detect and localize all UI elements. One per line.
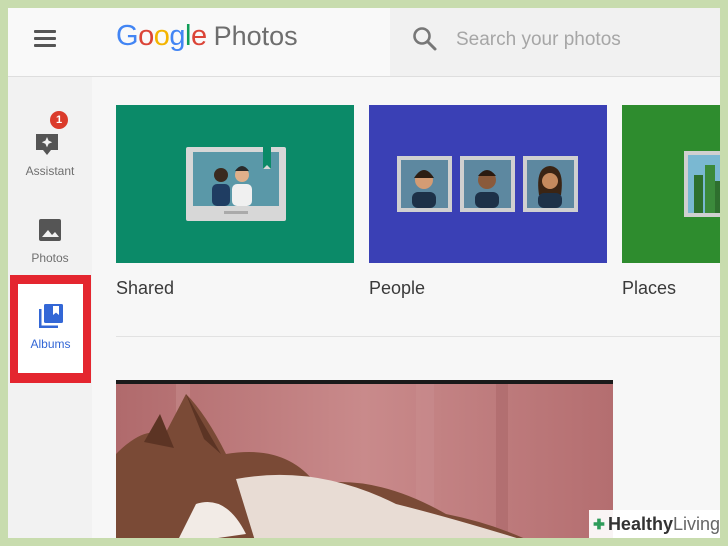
nav-label-assistant: Assistant bbox=[25, 164, 75, 178]
logo-letter: g bbox=[169, 20, 185, 52]
hamburger-menu-icon[interactable] bbox=[30, 26, 64, 52]
notification-badge: 1 bbox=[50, 111, 68, 129]
search-bar[interactable] bbox=[390, 8, 720, 76]
nav-item-albums[interactable]: Albums bbox=[18, 284, 83, 373]
app-window: Google Photos 1 Assistant Pho bbox=[8, 8, 720, 538]
assistant-icon bbox=[36, 134, 58, 155]
tile-label-people: People bbox=[369, 278, 426, 298]
top-app-bar: Google Photos bbox=[8, 8, 720, 77]
nav-label-photos: Photos bbox=[31, 251, 69, 265]
search-input[interactable] bbox=[454, 26, 708, 54]
cat-photo-image bbox=[116, 384, 613, 538]
plus-cross-icon bbox=[593, 518, 605, 530]
nav-item-assistant[interactable]: 1 Assistant bbox=[10, 111, 90, 193]
product-name: Photos bbox=[213, 21, 298, 51]
people-album-tile[interactable] bbox=[369, 105, 607, 263]
shared-album-tile[interactable] bbox=[116, 105, 354, 263]
tile-label-shared: Shared bbox=[116, 278, 175, 298]
places-city-illustration bbox=[684, 151, 720, 217]
search-icon[interactable] bbox=[410, 24, 440, 54]
logo-letter: o bbox=[138, 20, 154, 52]
people-faces-illustration bbox=[397, 156, 578, 212]
places-album-tile[interactable] bbox=[622, 105, 720, 263]
logo-letter: e bbox=[190, 20, 207, 52]
google-wordmark: Google bbox=[116, 20, 207, 53]
watermark-text: HealthyLiving bbox=[607, 513, 720, 534]
nav-label-albums: Albums bbox=[30, 337, 71, 351]
album-cover-photo[interactable] bbox=[116, 380, 613, 538]
google-photos-logo[interactable]: Google Photos bbox=[116, 20, 298, 60]
logo-letter: G bbox=[116, 20, 139, 52]
navigation-rail: 1 Assistant Photos Albums bbox=[8, 77, 92, 538]
tile-label-places: Places bbox=[622, 278, 677, 298]
nav-item-photos[interactable]: Photos bbox=[10, 201, 90, 281]
logo-letter: o bbox=[153, 20, 170, 52]
albums-content: Shared People Places bbox=[92, 77, 720, 538]
shared-photo-illustration bbox=[186, 147, 286, 221]
photo-icon bbox=[39, 219, 61, 241]
watermark-logo: HealthyLiving bbox=[589, 510, 720, 538]
albums-icon bbox=[39, 304, 63, 328]
section-divider bbox=[116, 336, 720, 337]
nav-item-albums-highlight[interactable]: Albums bbox=[10, 275, 91, 383]
